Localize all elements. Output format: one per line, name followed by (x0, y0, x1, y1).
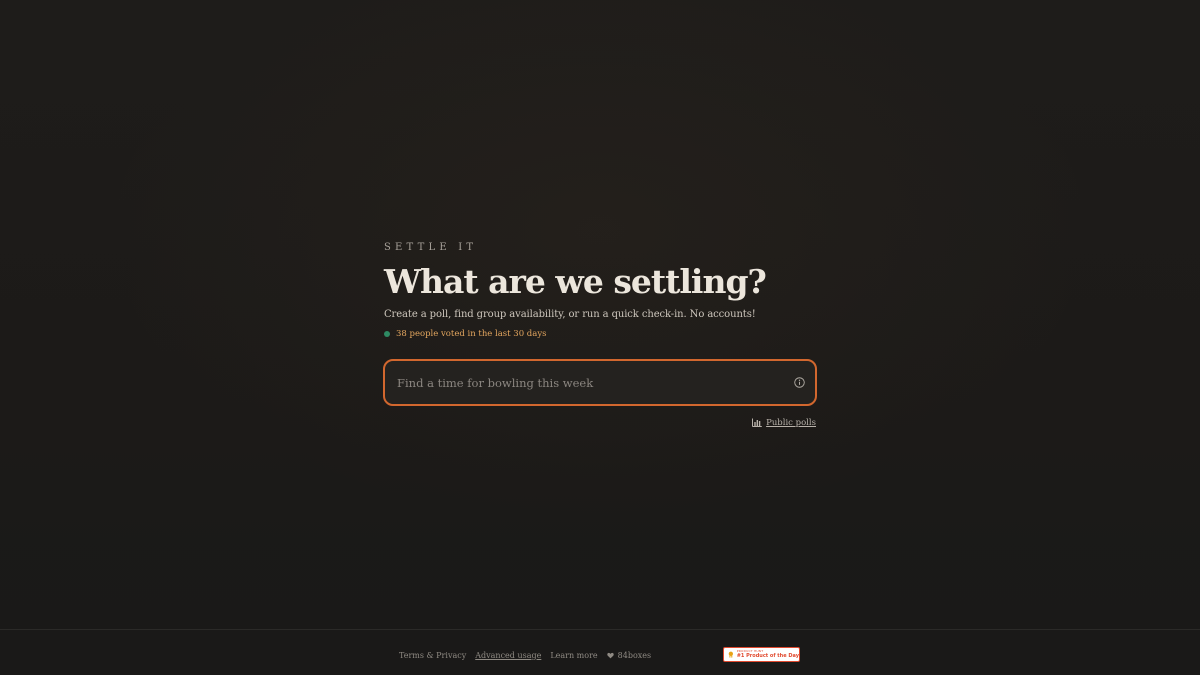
page-title: What are we settling? (384, 262, 767, 301)
footer-link-learn-more[interactable]: Learn more (550, 651, 597, 660)
heart-icon (606, 652, 614, 658)
badge-main-label: #1 Product of the Day (736, 653, 799, 659)
public-polls-label: Public polls (766, 417, 816, 428)
info-circle-icon[interactable] (794, 377, 805, 388)
footer-link-advanced-usage[interactable]: Advanced usage (475, 651, 541, 660)
medal-icon (728, 651, 734, 658)
public-polls-link[interactable]: Public polls (752, 416, 816, 429)
footer-links: Terms & Privacy Advanced usage Learn mor… (399, 649, 660, 661)
hero: SETTLE IT What are we settling? Create a… (384, 241, 816, 341)
product-hunt-badge[interactable]: PRODUCT HUNT #1 Product of the Day (723, 647, 800, 662)
footer-link-terms[interactable]: Terms & Privacy (399, 651, 466, 660)
search-input[interactable] (397, 361, 777, 404)
page-subtitle: Create a poll, find group availability, … (384, 309, 756, 320)
bar-chart-icon (752, 418, 762, 427)
page: SETTLE IT What are we settling? Create a… (0, 0, 1200, 675)
footer: Terms & Privacy Advanced usage Learn mor… (0, 629, 1200, 675)
footer-link-84boxes[interactable]: 84boxes (618, 651, 651, 660)
eyebrow-label: SETTLE IT (384, 242, 478, 253)
badge-text: PRODUCT HUNT #1 Product of the Day (737, 650, 799, 659)
activity-indicator: 38 people voted in the last 30 days (384, 327, 816, 341)
live-dot-icon (384, 331, 390, 337)
search-box (383, 359, 817, 406)
activity-text: 38 people voted in the last 30 days (396, 329, 547, 339)
